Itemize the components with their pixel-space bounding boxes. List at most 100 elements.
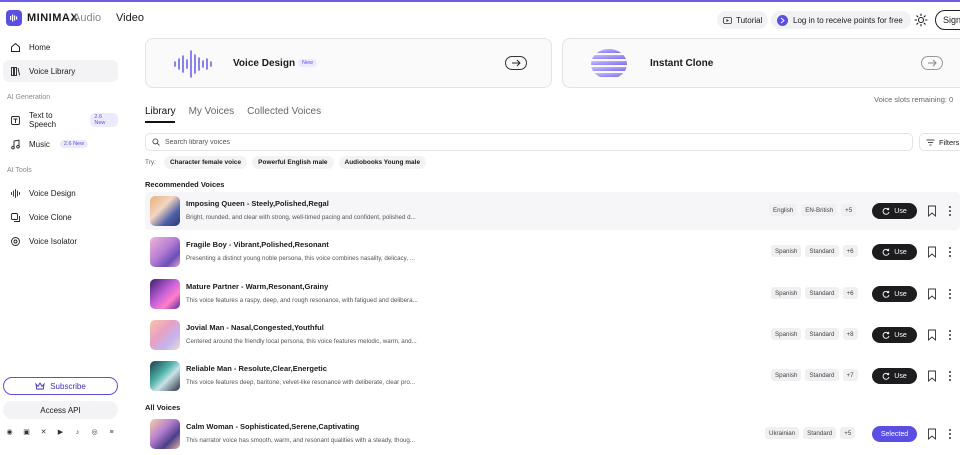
more-tags-count[interactable]: +8 (842, 328, 858, 340)
sidebar-item-voice-isolator[interactable]: Voice Isolator (3, 230, 118, 252)
subscribe-button[interactable]: Subscribe (3, 377, 118, 395)
minimax-logo-icon[interactable] (6, 10, 22, 26)
search-input[interactable] (165, 138, 865, 146)
arrow-right-icon (928, 59, 937, 67)
selected-voice-button[interactable]: Selected (872, 426, 917, 442)
voice-design-icon (11, 188, 20, 198)
voice-tags: Spanish Standard +6 (771, 287, 858, 299)
voice-tags: English EN-British +5 (769, 204, 857, 216)
instant-clone-card[interactable]: Instant Clone (562, 38, 960, 88)
suggestion-chip[interactable]: Audiobooks Young male (338, 156, 427, 169)
more-tags-count[interactable]: +6 (842, 245, 858, 257)
voice-design-card[interactable]: Voice Design New (145, 38, 552, 88)
voice-tag: Spanish (771, 328, 802, 340)
bookmark-icon[interactable] (927, 370, 937, 382)
more-options-icon[interactable] (948, 428, 952, 440)
brand-sub-audio[interactable]: Audio (73, 12, 101, 24)
access-api-button[interactable]: Access API (3, 401, 118, 419)
voice-description: Centered around the friendly local perso… (186, 338, 417, 345)
use-label: Use (894, 248, 907, 256)
more-options-icon[interactable] (948, 370, 952, 382)
nav-video[interactable]: Video (116, 12, 144, 24)
try-label: Try: (145, 159, 156, 166)
refresh-icon (882, 248, 890, 256)
tiktok-icon[interactable]: ♪ (73, 428, 82, 437)
refresh-icon (882, 331, 890, 339)
filters-label: Filters (939, 137, 960, 147)
voice-name: Reliable Man - Resolute,Clear,Energetic (186, 364, 327, 373)
library-icon (11, 66, 21, 76)
sidebar-item-voice-clone[interactable]: Voice Clone (3, 206, 118, 228)
refresh-icon (882, 207, 890, 215)
suggestion-chip[interactable]: Powerful English male (252, 156, 334, 169)
more-options-icon[interactable] (948, 246, 952, 258)
voice-tag: Spanish (771, 369, 802, 381)
sidebar-item-label: Text to Speech (29, 111, 57, 129)
use-label: Use (894, 290, 907, 298)
tutorial-button[interactable]: Tutorial (717, 11, 769, 29)
section-ai-tools: AI Tools (7, 167, 32, 174)
voice-tag: English (769, 204, 798, 216)
login-button[interactable]: Log in to receive points for free (771, 11, 911, 29)
new-badge: New (298, 59, 318, 67)
voice-avatar (150, 361, 180, 391)
more-links-icon[interactable]: ≡ (107, 428, 116, 437)
voice-row[interactable]: Jovial Man - Nasal,Congested,Youthful Ce… (145, 316, 960, 354)
more-tags-count[interactable]: +5 (840, 427, 856, 439)
voice-clone-icon (11, 212, 20, 222)
bookmark-icon[interactable] (927, 288, 937, 300)
version-badge: 2.6 New (90, 113, 118, 127)
voice-row[interactable]: Fragile Boy - Vibrant,Polished,Resonant … (145, 233, 960, 271)
bookmark-icon[interactable] (927, 329, 937, 341)
linkedin-icon[interactable]: ▣ (22, 428, 31, 437)
sidebar-item-home[interactable]: Home (3, 36, 118, 58)
instant-clone-arrow-button[interactable] (921, 56, 943, 70)
more-options-icon[interactable] (948, 205, 952, 217)
instagram-icon[interactable]: ◎ (90, 428, 99, 437)
sign-in-button[interactable]: Sign (935, 10, 960, 30)
use-voice-button[interactable]: Use (872, 368, 917, 384)
voice-avatar (150, 419, 180, 449)
sidebar-item-voice-design[interactable]: Voice Design (3, 182, 118, 204)
more-tags-count[interactable]: +6 (842, 287, 858, 299)
youtube-icon[interactable]: ▶ (56, 428, 65, 437)
voice-design-arrow-button[interactable] (505, 56, 527, 70)
discord-icon[interactable]: ◉ (5, 428, 14, 437)
filter-icon (926, 139, 935, 145)
voice-description: Bright, rounded, and clear with strong, … (186, 214, 416, 221)
use-voice-button[interactable]: Use (872, 244, 917, 260)
voice-row[interactable]: Reliable Man - Resolute,Clear,Energetic … (145, 357, 960, 395)
bookmark-icon[interactable] (927, 246, 937, 258)
suggestion-chip[interactable]: Character female voice (163, 156, 248, 169)
use-voice-button[interactable]: Use (872, 286, 917, 302)
filters-button[interactable]: Filters (919, 133, 960, 151)
search-bar[interactable] (145, 133, 913, 151)
brand-name[interactable]: MINIMAX (27, 12, 78, 24)
use-voice-button[interactable]: Use (872, 327, 917, 343)
active-tab-underline (145, 121, 175, 123)
tab-my-voices[interactable]: My Voices (189, 106, 235, 122)
voice-row[interactable]: Mature Partner - Warm,Resonant,Grainy Th… (145, 275, 960, 313)
sidebar-item-label: Voice Isolator (29, 236, 78, 246)
bookmark-icon[interactable] (927, 428, 937, 440)
voice-row[interactable]: Calm Woman - Sophisticated,Serene,Captiv… (145, 415, 960, 453)
sidebar-item-voice-library[interactable]: Voice Library (3, 60, 118, 82)
voice-description: This voice features deep, baritone, velv… (186, 379, 416, 386)
theme-sun-icon[interactable] (914, 13, 928, 27)
login-icon (777, 14, 788, 26)
voice-row[interactable]: Imposing Queen - Steely,Polished,Regal B… (145, 192, 960, 230)
tab-collected-voices[interactable]: Collected Voices (247, 106, 321, 122)
voice-tags: Spanish Standard +6 (771, 245, 858, 257)
bookmark-icon[interactable] (927, 205, 937, 217)
login-label: Log in to receive points for free (793, 15, 903, 25)
more-options-icon[interactable] (948, 288, 952, 300)
use-voice-button[interactable]: Use (872, 203, 917, 219)
more-options-icon[interactable] (948, 329, 952, 341)
subscribe-label: Subscribe (50, 381, 86, 391)
sidebar-item-music[interactable]: Music 2.6 New (3, 133, 118, 155)
more-tags-count[interactable]: +7 (842, 369, 858, 381)
x-twitter-icon[interactable]: ✕ (39, 428, 48, 437)
more-tags-count[interactable]: +5 (841, 204, 857, 216)
sidebar-item-text-to-speech[interactable]: Text to Speech 2.6 New (3, 109, 118, 131)
tab-library[interactable]: Library (145, 106, 176, 122)
